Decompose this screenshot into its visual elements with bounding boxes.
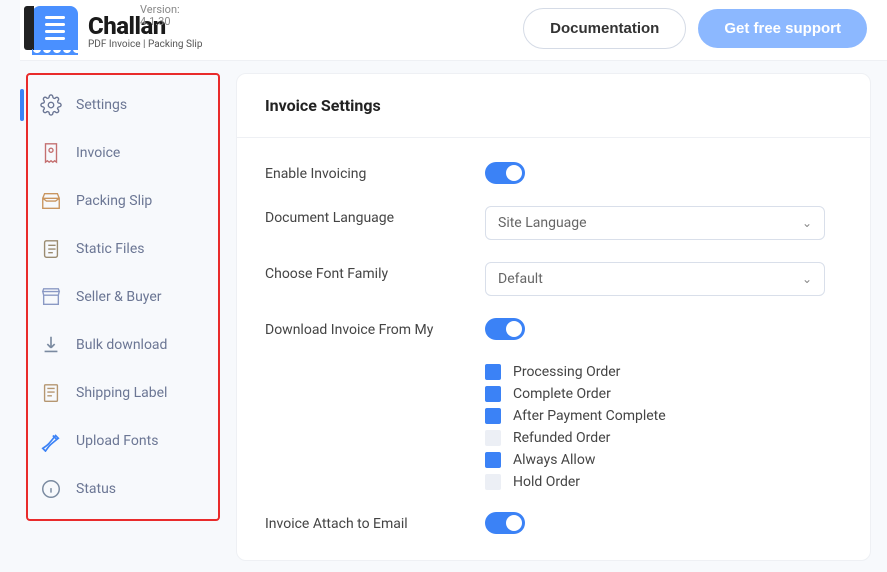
settings-card: Invoice Settings Enable Invoicing Docume…	[236, 73, 871, 561]
checkbox-label: Refunded Order	[513, 430, 610, 446]
sidebar-item-bulk-download[interactable]: Bulk download	[30, 321, 216, 369]
support-button[interactable]: Get free support	[698, 9, 867, 48]
font-family-select[interactable]: Default ⌄	[485, 262, 825, 296]
info-icon	[40, 478, 62, 500]
checkbox-hold-order[interactable]: Hold Order	[485, 474, 842, 490]
download-invoice-label: Download Invoice From My	[265, 318, 485, 338]
sidebar-item-seller-buyer[interactable]: Seller & Buyer	[30, 273, 216, 321]
brand: Version: 4.1.30 Challan PDF Invoice | Pa…	[32, 6, 202, 50]
checkbox-label: Always Allow	[513, 452, 595, 468]
sidebar-item-label: Bulk download	[76, 337, 167, 353]
attach-email-toggle[interactable]	[485, 512, 525, 534]
document-language-label: Document Language	[265, 206, 485, 226]
download-icon	[40, 334, 62, 356]
receipt-icon	[40, 142, 62, 164]
sidebar-item-packing-slip[interactable]: Packing Slip	[30, 177, 216, 225]
checkbox-complete-order[interactable]: Complete Order	[485, 386, 842, 402]
sidebar-item-label: Shipping Label	[76, 385, 167, 401]
checkbox-icon	[485, 364, 501, 380]
sidebar-item-upload-fonts[interactable]: Upload Fonts	[30, 417, 216, 465]
brand-logo-icon	[32, 6, 78, 50]
sidebar-item-label: Packing Slip	[76, 193, 152, 209]
font-family-label: Choose Font Family	[265, 262, 485, 282]
sidebar-item-label: Static Files	[76, 241, 145, 257]
store-icon	[40, 286, 62, 308]
label-icon	[40, 382, 62, 404]
download-conditions-list: Processing Order Complete Order After Pa…	[485, 362, 842, 490]
enable-invoicing-label: Enable Invoicing	[265, 162, 485, 182]
attach-email-label: Invoice Attach to Email	[265, 512, 485, 532]
checkbox-icon	[485, 430, 501, 446]
chevron-down-icon: ⌄	[802, 272, 812, 286]
checkbox-icon	[485, 408, 501, 424]
version-label: Version: 4.1.30	[140, 4, 202, 28]
checkbox-icon	[485, 386, 501, 402]
checkbox-after-payment[interactable]: After Payment Complete	[485, 408, 842, 424]
sidebar-item-static-files[interactable]: Static Files	[30, 225, 216, 273]
gear-icon	[40, 94, 62, 116]
checkbox-refunded-order[interactable]: Refunded Order	[485, 430, 842, 446]
sidebar-item-settings[interactable]: Settings	[30, 81, 216, 129]
checkbox-processing-order[interactable]: Processing Order	[485, 364, 842, 380]
checkbox-label: Processing Order	[513, 364, 620, 380]
enable-invoicing-toggle[interactable]	[485, 162, 525, 184]
sidebar: Settings Invoice Packing Slip	[20, 73, 220, 572]
checkbox-icon	[485, 452, 501, 468]
documentation-button[interactable]: Documentation	[523, 8, 686, 49]
sidebar-item-invoice[interactable]: Invoice	[30, 129, 216, 177]
checkbox-label: Hold Order	[513, 474, 580, 490]
scroll-icon	[40, 238, 62, 260]
sidebar-item-label: Settings	[76, 97, 127, 113]
box-icon	[40, 190, 62, 212]
brand-subtitle: PDF Invoice | Packing Slip	[88, 39, 202, 50]
card-title: Invoice Settings	[237, 74, 870, 138]
sidebar-item-label: Seller & Buyer	[76, 289, 162, 305]
sidebar-item-label: Status	[76, 481, 116, 497]
sidebar-item-status[interactable]: Status	[30, 465, 216, 513]
chevron-down-icon: ⌄	[802, 216, 812, 230]
sidebar-item-label: Upload Fonts	[76, 433, 158, 449]
app-header: Version: 4.1.30 Challan PDF Invoice | Pa…	[20, 0, 887, 61]
pen-icon	[40, 430, 62, 452]
select-value: Default	[498, 271, 543, 287]
sidebar-highlight-box: Settings Invoice Packing Slip	[26, 73, 220, 521]
document-language-select[interactable]: Site Language ⌄	[485, 206, 825, 240]
select-value: Site Language	[498, 215, 587, 231]
download-invoice-toggle[interactable]	[485, 318, 525, 340]
checkbox-icon	[485, 474, 501, 490]
checkbox-label: Complete Order	[513, 386, 611, 402]
sidebar-item-label: Invoice	[76, 145, 120, 161]
sidebar-item-shipping-label[interactable]: Shipping Label	[30, 369, 216, 417]
checkbox-label: After Payment Complete	[513, 408, 666, 424]
checkbox-always-allow[interactable]: Always Allow	[485, 452, 842, 468]
